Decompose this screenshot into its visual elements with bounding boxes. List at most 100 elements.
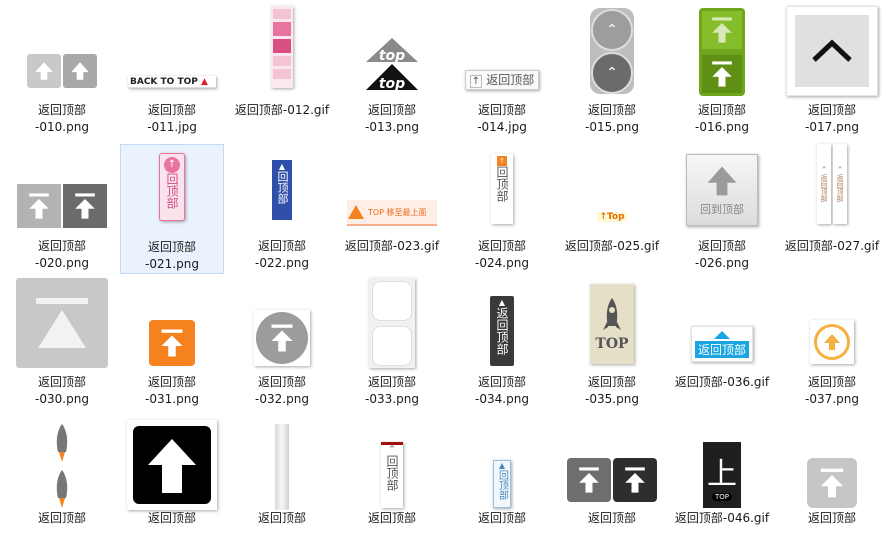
file-item[interactable]: 返回顶部 [230, 416, 334, 546]
file-item[interactable]: 返回顶部-012.gif [230, 6, 334, 138]
file-name: 返回顶部 -033.png [365, 375, 419, 406]
file-item[interactable]: ▲ 回顶部 返回顶部 [450, 416, 554, 546]
file-name: 返回顶部 [37, 511, 86, 525]
shang-thumb: 上 TOP [703, 442, 741, 508]
file-item[interactable]: 上 TOP 返回顶部-046.gif [670, 416, 774, 546]
file-thumbnail [786, 6, 878, 96]
file-name: 返回顶部 -017.png [805, 103, 859, 134]
file-thumbnail: 回到顶部 [676, 144, 768, 232]
blue-vertical-thumb: ▲ 回顶部 [272, 160, 292, 220]
file-name: 返回顶部 -022.png [255, 239, 309, 270]
file-item[interactable]: ▲ 返回顶部 返回顶部 -034.png [450, 280, 554, 410]
file-name: 返回顶部-027.gif [784, 239, 880, 253]
file-name: 返回顶部 -037.png [805, 375, 859, 406]
grey-pair-thumb [17, 184, 107, 228]
pink-strip-thumb [271, 6, 293, 88]
file-name: 返回顶部 -010.png [35, 103, 89, 134]
file-item[interactable]: 返回顶部 [780, 416, 884, 546]
file-item[interactable]: BACK TO TOP ▲ 返回顶部 -011.jpg [120, 8, 224, 138]
rockets-thumb [51, 422, 73, 510]
file-thumbnail: TOP [566, 280, 658, 368]
silver-strip-thumb [275, 424, 289, 510]
file-item[interactable]: ^返回顶部 ^返回顶部 返回顶部-027.gif [780, 144, 884, 274]
file-thumbnail [676, 8, 768, 96]
file-item[interactable]: ↑ 回顶部 返回顶部 -024.png [450, 144, 554, 274]
file-thumbnail: top top [346, 8, 438, 96]
file-name: 返回顶部 [587, 511, 636, 525]
file-item[interactable]: TOP 返回顶部 -035.png [560, 280, 664, 410]
file-item[interactable]: 返回顶部 -017.png [780, 6, 884, 138]
file-name: 返回顶部-046.gif [674, 511, 770, 525]
file-name: 返回顶部-025.gif [564, 239, 660, 253]
back-to-top-thumb: BACK TO TOP ▲ [128, 76, 216, 88]
file-item[interactable]: ▲ 回顶部 返回顶部 -022.png [230, 144, 334, 274]
file-thumbnail: BACK TO TOP ▲ [126, 8, 218, 96]
file-item[interactable]: TOP 移至最上面 返回顶部-023.gif [340, 144, 444, 274]
file-thumbnail: ↑ 返回顶部 [456, 8, 548, 96]
file-thumbnail: ↑ 回顶部 [456, 144, 548, 232]
file-name: 返回顶部 -031.png [145, 375, 199, 406]
white-vertical-thumb: ↑ 回顶部 [491, 154, 513, 224]
file-thumbnail [236, 280, 328, 368]
file-item[interactable]: 返回顶部 返回顶部-036.gif [670, 280, 774, 410]
file-item[interactable]: 返回顶部 -037.png [780, 280, 884, 410]
file-thumbnail: ⌃ 回顶部 [346, 416, 438, 508]
file-name: 返回顶部 -011.jpg [147, 103, 197, 134]
green-arrows-thumb [699, 8, 745, 96]
file-name: 返回顶部 [367, 511, 416, 525]
file-item[interactable]: 返回顶部 [560, 416, 664, 546]
file-item[interactable]: ↑ 回顶部 返回顶部 -021.png [120, 144, 224, 274]
grey-pair-thumb [27, 54, 97, 88]
file-name: 返回顶部 -034.png [475, 375, 529, 406]
svg-text:top: top [379, 48, 405, 64]
file-thumbnail: 上 TOP [676, 416, 768, 508]
file-item[interactable]: ↑Top 返回顶部-025.gif [560, 144, 664, 274]
file-thumbnail [16, 8, 108, 96]
file-name: 返回顶部 -024.png [475, 239, 529, 270]
chevron-box-thumb [786, 6, 878, 96]
file-thumbnail [126, 416, 218, 510]
file-name: 返回顶部 -016.png [695, 103, 749, 134]
file-thumbnail [16, 144, 108, 232]
top-triangles-thumb: top top [366, 38, 418, 92]
thin-strips-thumb: ^返回顶部 ^返回顶部 [817, 144, 847, 224]
file-item[interactable]: 返回顶部 -016.png [670, 8, 774, 138]
big-grey-thumb [16, 278, 108, 368]
file-item[interactable]: ↑ 返回顶部 返回顶部 -014.jpg [450, 8, 554, 138]
file-item[interactable]: 返回顶部 [120, 416, 224, 546]
file-item[interactable]: 返回顶部 -010.png [10, 8, 114, 138]
file-name: 返回顶部 -015.png [585, 103, 639, 134]
file-name: 返回顶部 -026.png [695, 239, 749, 270]
svg-text:top: top [379, 76, 405, 92]
file-name: 返回顶部-012.gif [234, 103, 330, 117]
orange-square-thumb [149, 320, 195, 366]
file-item[interactable]: 返回顶部 -031.png [120, 280, 224, 410]
light-vertical-thumb: ▲ 回顶部 [493, 460, 511, 508]
pink-vertical-thumb: ↑ 回顶部 [159, 153, 185, 221]
file-item[interactable]: 回到顶部 返回顶部 -026.png [670, 144, 774, 274]
file-name: 返回顶部 -032.png [255, 375, 309, 406]
file-name: 返回顶部 -020.png [35, 239, 89, 270]
file-item[interactable]: ⌃ 回顶部 返回顶部 [340, 416, 444, 546]
file-item[interactable]: 返回顶部 -020.png [10, 144, 114, 274]
file-thumbnail [566, 416, 658, 504]
file-item[interactable]: 返回顶部 -033.png [340, 278, 444, 410]
file-item[interactable]: 返回顶部 -030.png [10, 278, 114, 410]
file-thumbnail: ↑ 回顶部 [127, 143, 217, 231]
file-name: 返回顶部 -035.png [585, 375, 639, 406]
small-top-thumb: ↑Top [597, 212, 627, 222]
file-thumbnail [126, 280, 218, 368]
file-item[interactable]: top top 返回顶部 -013.png [340, 8, 444, 138]
red-vertical-thumb: ⌃ 回顶部 [381, 442, 403, 508]
dark-vertical-thumb: ▲ 返回顶部 [490, 296, 514, 366]
file-thumbnail [16, 416, 108, 508]
file-item[interactable]: 返回顶部 -032.png [230, 280, 334, 410]
file-item[interactable]: 返回顶部 [10, 416, 114, 546]
file-thumbnail [786, 416, 878, 508]
black-arrow-thumb [127, 420, 217, 510]
file-item[interactable]: ⌃ ⌃ 返回顶部 -015.png [560, 8, 664, 138]
file-name: 返回顶部 -014.jpg [477, 103, 527, 134]
grey-circles-thumb: ⌃ ⌃ [590, 8, 634, 94]
file-thumbnail [16, 278, 108, 368]
file-thumbnail: ↑Top [566, 144, 658, 232]
